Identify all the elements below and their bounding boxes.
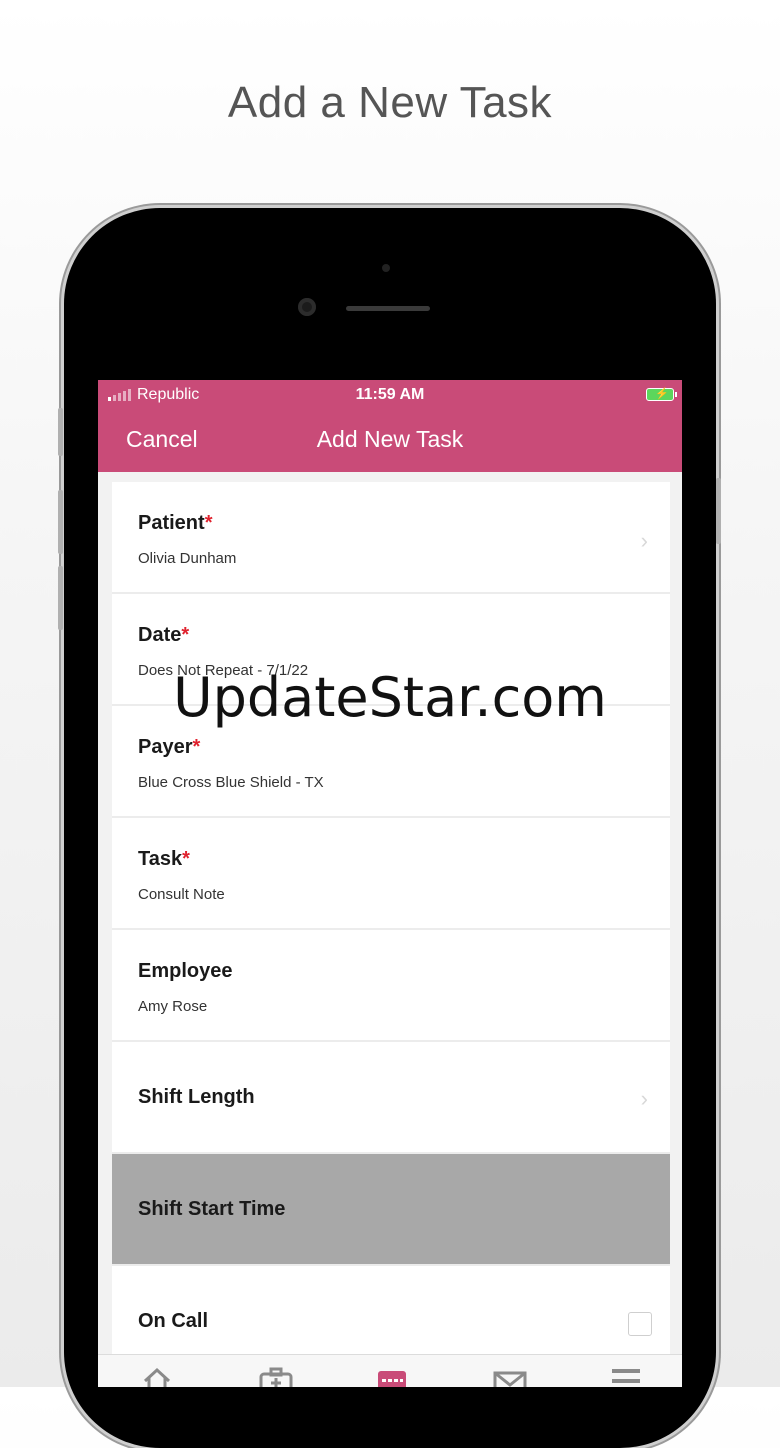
- chevron-right-icon: ›: [640, 1086, 648, 1111]
- power-button: [716, 478, 721, 544]
- home-icon: [144, 1367, 171, 1387]
- payer-label: Payer*: [138, 736, 200, 759]
- task-value: Consult Note: [138, 886, 225, 903]
- date-label: Date*: [138, 624, 189, 647]
- employee-value: Amy Rose: [138, 998, 208, 1015]
- tab-briefcase[interactable]: [243, 1355, 303, 1387]
- calendar-icon: [377, 1371, 406, 1387]
- chevron-right-icon: ›: [640, 528, 648, 553]
- on-call-checkbox[interactable]: [628, 1312, 652, 1336]
- task-label: Task*: [138, 848, 190, 871]
- patient-value: Olivia Dunham: [138, 550, 237, 567]
- payer-label-text: Payer: [138, 736, 193, 758]
- task-row[interactable]: Task* Consult Note: [112, 818, 670, 930]
- patient-row[interactable]: Patient* Olivia Dunham ›: [112, 482, 670, 594]
- tab-menu[interactable]: [594, 1355, 654, 1387]
- battery-charging-icon: ⚡: [646, 388, 677, 401]
- watermark: UpdateStar.com: [173, 666, 607, 729]
- headline: Add a New Task: [227, 78, 553, 127]
- required-asterisk: *: [181, 624, 190, 646]
- required-asterisk: *: [204, 512, 213, 534]
- earpiece-speaker: [346, 306, 430, 311]
- task-label-text: Task: [138, 848, 183, 870]
- required-asterisk: *: [182, 848, 190, 870]
- mail-icon: [493, 1371, 527, 1387]
- proximity-sensor: [382, 264, 390, 272]
- employee-row[interactable]: Employee Amy Rose: [112, 930, 670, 1042]
- mute-switch: [58, 408, 63, 456]
- shift-length-label: Shift Length: [138, 1086, 255, 1108]
- tab-bar: [98, 1354, 682, 1387]
- date-label-text: Date: [138, 624, 182, 646]
- shift-start-time-label: Shift Start Time: [138, 1198, 286, 1220]
- volume-up-button: [58, 490, 63, 554]
- tab-home[interactable]: [126, 1355, 186, 1387]
- app-screen: Republic 11:59 AM ⚡ Cancel Add New Task …: [98, 380, 682, 1387]
- shift-start-time-row[interactable]: Shift Start Time: [112, 1154, 670, 1266]
- briefcase-icon: [259, 1367, 293, 1387]
- shift-length-row[interactable]: Shift Length ›: [112, 1042, 670, 1154]
- volume-down-button: [58, 566, 63, 630]
- menu-icon: [611, 1369, 640, 1383]
- employee-label: Employee: [138, 960, 233, 982]
- front-camera-icon: [298, 298, 316, 316]
- required-asterisk: *: [192, 736, 201, 758]
- tab-mail[interactable]: [477, 1355, 537, 1387]
- patient-label-text: Patient: [138, 512, 205, 534]
- on-call-label: On Call: [138, 1310, 209, 1332]
- top-bar: Republic 11:59 AM ⚡ Cancel Add New Task: [98, 380, 682, 472]
- status-time: 11:59 AM: [355, 386, 425, 403]
- task-form: Patient* Olivia Dunham › Date* Does Not …: [112, 482, 670, 1378]
- payer-value: Blue Cross Blue Shield - TX: [138, 774, 324, 791]
- tab-calendar[interactable]: [360, 1355, 420, 1387]
- nav-title: Add New Task: [316, 426, 464, 452]
- patient-label: Patient*: [138, 512, 212, 535]
